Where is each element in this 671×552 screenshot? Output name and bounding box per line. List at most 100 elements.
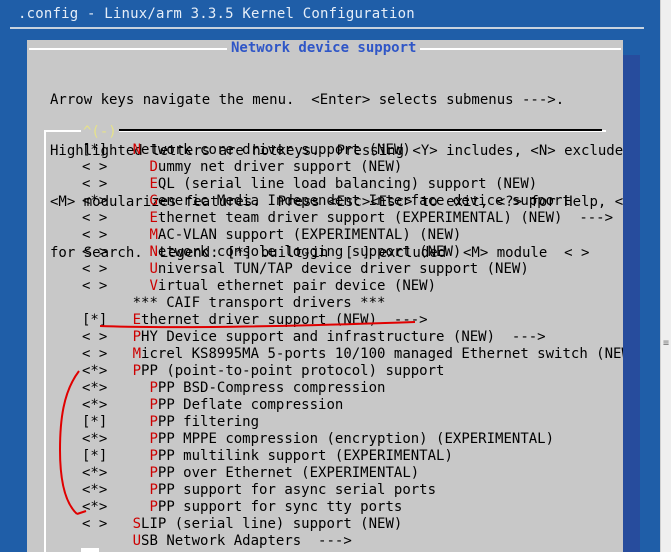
menu-item[interactable]: <*> PPP BSD-Compress compression [82,380,385,397]
menu-item[interactable]: <*> PPP over Ethernet (EXPERIMENTAL) [82,465,419,482]
item-label: PP multilink support (EXPERIMENTAL) [157,448,453,464]
item-label: PP Deflate compression [157,397,344,413]
cursor-marker [81,548,99,552]
item-state: <*> [82,363,108,379]
item-hotkey: V [149,278,158,294]
menu-item[interactable]: < > Virtual ethernet pair device (NEW) [82,278,436,295]
item-indent [107,176,149,192]
item-state: < > [82,159,108,175]
item-state: <*> [82,380,108,396]
item-hotkey: E [149,210,158,226]
item-state: < > [82,261,108,277]
item-state: < > [82,244,108,260]
menu-item[interactable]: [*] PPP multilink support (EXPERIMENTAL) [82,448,453,465]
item-label: PP MPPE compression (encryption) (EXPERI… [157,431,555,447]
menu-item[interactable]: < > Micrel KS8995MA 5-ports 10/100 manag… [82,346,630,363]
item-indent [107,431,149,447]
item-state: <*> [82,193,108,209]
menu-item[interactable]: < > EQL (serial line load balancing) sup… [82,176,537,193]
item-hotkey: U [132,533,142,549]
item-label: PP filtering [157,414,260,430]
item-hotkey: P [132,329,142,345]
item-hotkey: E [149,176,158,192]
item-state: [*] [82,312,108,328]
item-indent [107,414,149,430]
item-state: < > [82,516,108,532]
item-label: HY Device support and infrastructure (NE… [141,329,546,345]
item-label: QL (serial line load balancing) support … [157,176,538,192]
menu-item[interactable]: [*] Network core driver support (NEW) [82,142,411,159]
item-indent [107,346,132,362]
item-hotkey: U [149,261,158,277]
menu-item[interactable]: <*> PPP MPPE compression (encryption) (E… [82,431,554,448]
menu-item[interactable]: < > SLIP (serial line) support (NEW) [82,516,402,533]
item-state: <*> [82,482,108,498]
item-indent [107,499,149,515]
scroll-up-indicator: ^(-) [81,124,119,140]
item-label: eneric Media Independent Interface devic… [157,193,571,209]
menu-item[interactable]: < > MAC-VLAN support (EXPERIMENTAL) (NEW… [82,227,461,244]
item-hotkey: S [132,516,142,532]
item-label: PP (point-to-point protocol) support [141,363,445,379]
item-hotkey: P [149,397,158,413]
item-label: PP support for sync tty ports [157,499,403,515]
item-label: LIP (serial line) support (NEW) [141,516,403,532]
menu-item[interactable]: <*> Generic Media Independent Interface … [82,193,571,210]
item-hotkey: E [132,312,142,328]
item-state [82,295,107,311]
menu-item[interactable]: USB Network Adapters ---> [82,533,352,550]
menu-item[interactable]: < > Ethernet team driver support (EXPERI… [82,210,613,227]
item-indent [107,448,149,464]
item-label: icrel KS8995MA 5-ports 10/100 managed Et… [141,346,630,362]
item-label: etwork console logging support (NEW) [157,244,462,260]
item-state: < > [82,227,108,243]
menu-item[interactable]: <*> PPP Deflate compression [82,397,343,414]
menu-item[interactable]: *** CAIF transport drivers *** [82,295,386,312]
menu-item[interactable]: <*> PPP (point-to-point protocol) suppor… [82,363,444,380]
menu-item[interactable]: < > PHY Device support and infrastructur… [82,329,546,346]
terminal-scroll-track [623,55,640,552]
item-hotkey: P [149,380,158,396]
item-hotkey: N [149,244,158,260]
item-label: niversal TUN/TAP device driver support (… [157,261,529,277]
menu-item[interactable]: <*> PPP support for async serial ports [82,482,436,499]
item-indent [107,482,149,498]
item-state: <*> [82,465,108,481]
item-hotkey: P [132,363,142,379]
item-indent [107,159,149,175]
item-hotkey: P [149,414,158,430]
item-indent [107,142,132,158]
scrollbar-grip-icon: ≡ [663,338,670,349]
menu-item[interactable]: < > Dummy net driver support (NEW) [82,159,402,176]
item-state: [*] [82,414,108,430]
item-state: < > [82,278,108,294]
item-state: <*> [82,499,108,515]
item-indent [107,261,149,277]
menu-border [111,129,602,131]
item-state: [*] [82,142,108,158]
item-state [82,533,107,549]
item-label: thernet driver support (NEW) ---> [141,312,428,328]
item-hotkey: P [149,448,158,464]
menu-item[interactable]: < > Network console logging support (NEW… [82,244,461,261]
menu-item[interactable]: [*] Ethernet driver support (NEW) ---> [82,312,428,329]
item-indent [107,397,149,413]
dialog-title: Network device support [227,40,421,56]
item-state: < > [82,176,108,192]
menu-item[interactable]: <*> PPP support for sync tty ports [82,499,402,516]
menu-item[interactable]: < > Universal TUN/TAP device driver supp… [82,261,529,278]
item-state: <*> [82,397,108,413]
item-hotkey: P [149,431,158,447]
item-hotkey: D [149,159,158,175]
item-hotkey: G [149,193,158,209]
item-hotkey: P [149,499,158,515]
item-indent [107,193,149,209]
item-indent [107,244,149,260]
menu-item[interactable]: [*] PPP filtering [82,414,259,431]
item-label: PP over Ethernet (EXPERIMENTAL) [157,465,420,481]
item-indent [107,227,149,243]
item-state: < > [82,346,108,362]
vertical-scrollbar[interactable]: ≡ [660,0,671,552]
item-label: etwork core driver support (NEW) [141,142,411,158]
item-indent [107,295,132,311]
